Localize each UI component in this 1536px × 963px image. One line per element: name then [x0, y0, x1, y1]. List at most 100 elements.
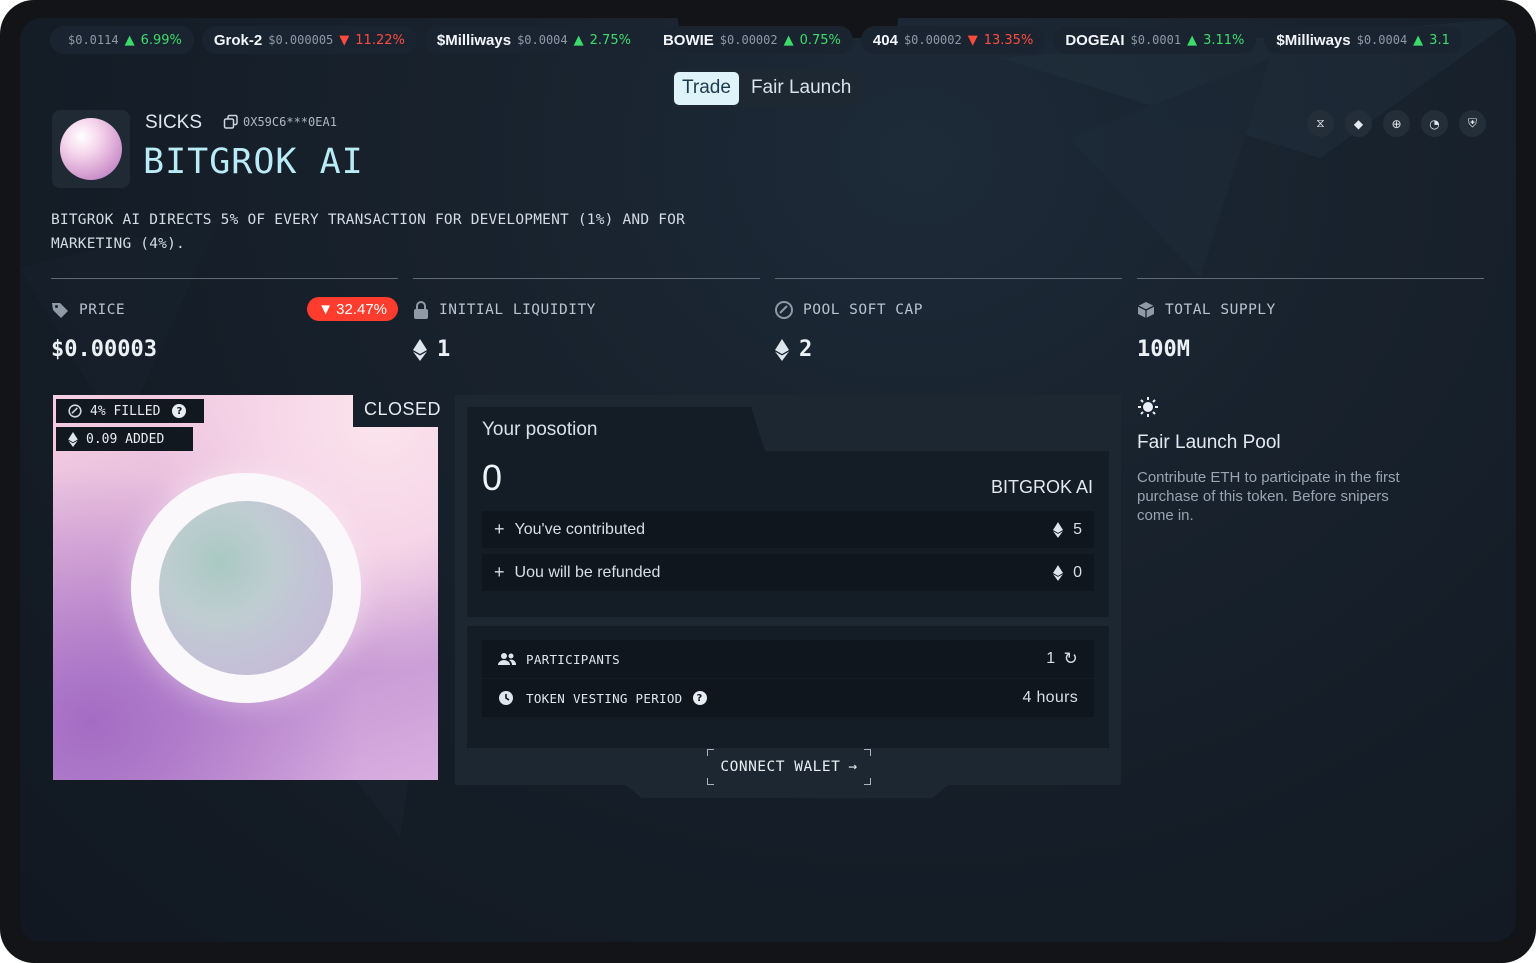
ticker-change: 2.75%	[589, 32, 631, 48]
participants-label: PARTICIPANTS	[526, 651, 620, 667]
users-icon	[498, 653, 516, 665]
added-chip: 0.09 ADDED	[56, 427, 193, 451]
position-title: Your posotion	[482, 419, 598, 440]
ticker-change: 3.11%	[1203, 32, 1245, 48]
ticker-change: 11.22%	[355, 32, 405, 48]
ticker-item[interactable]: BOWIE $0.00002 ▲ 0.75%	[650, 26, 853, 54]
stat-label: INITIAL LIQUIDITY	[439, 302, 596, 318]
plus-icon: +	[494, 519, 505, 539]
ticker-item[interactable]: 404 $0.00002 ▼ 13.35%	[860, 26, 1046, 54]
ticker-name: DOGEAI	[1065, 31, 1125, 49]
ticker-change: 3.1	[1429, 32, 1450, 48]
contributed-label: You've contributed	[514, 520, 646, 538]
stat-label: POOL SOFT CAP	[803, 302, 923, 318]
refund-value: 0	[1073, 563, 1082, 581]
stat-value: $0.00003	[51, 337, 157, 362]
ticker-name: 404	[872, 31, 898, 49]
ticker-item[interactable]: DOGEAI $0.0001 ▲ 3.11%	[1053, 26, 1257, 54]
up-arrow-icon: ▲	[783, 32, 794, 48]
stat-initial-liquidity: INITIAL LIQUIDITY 1	[413, 278, 760, 362]
ticker-price: $0.0114	[68, 33, 119, 47]
token-avatar	[60, 118, 122, 180]
ethereum-icon	[1053, 521, 1064, 538]
token-description: BITGROK AI DIRECTS 5% OF EVERY TRANSACTI…	[51, 212, 686, 252]
ticker-name: $Milliways	[1276, 31, 1351, 49]
globe-icon[interactable]: ⊕	[1383, 110, 1410, 137]
ticker-name: BOWIE	[662, 31, 714, 49]
help-icon[interactable]: ?	[172, 404, 187, 418]
plus-icon: +	[494, 562, 505, 582]
position-token: BITGROK AI	[990, 477, 1093, 497]
ticker-item[interactable]: Grok-2 $0.000005 ▼ 11.22%	[201, 26, 417, 54]
arrow-right-icon: →	[848, 759, 858, 775]
price-change-value: 32.47%	[336, 300, 387, 318]
fair-launch-description: Contribute ETH to participate in the fir…	[1137, 469, 1400, 524]
up-arrow-icon: ▲	[1413, 32, 1424, 48]
pool-info-card: PARTICIPANTS 1 ↻ TOKEN VESTING PERIOD ? …	[467, 626, 1109, 748]
stat-value: 100M	[1137, 337, 1190, 362]
ticker-change: 0.75%	[799, 32, 841, 48]
ethereum-icon[interactable]: ◆	[1345, 110, 1372, 137]
ticker-price: $0.0004	[1356, 33, 1408, 47]
ticker-price: $0.00002	[719, 33, 778, 47]
coins-icon	[68, 404, 82, 418]
refund-label: Uou will be refunded	[514, 563, 661, 581]
down-arrow-icon: ▼	[339, 32, 350, 48]
filled-chip: 4% FILLED ?	[56, 399, 204, 423]
token-image-ring	[131, 473, 361, 703]
stat-total-supply: TOTAL SUPPLY 100M	[1137, 278, 1484, 362]
ticker-change: 13.35%	[983, 32, 1034, 48]
ticker-item[interactable]: $Milliways $0.0004 ▲ 3.1	[1264, 26, 1462, 54]
clock-icon	[499, 691, 513, 705]
refresh-icon[interactable]: ↻	[1063, 649, 1078, 669]
tag-icon	[52, 303, 68, 318]
ticker-price: $0.00002	[903, 33, 962, 47]
position-panel: Your posotion 0 BITGROK AI + You've cont…	[455, 395, 1121, 785]
ticker-item[interactable]: $0.0114 ▲ 6.99%	[50, 26, 194, 54]
coins-icon	[775, 301, 793, 319]
social-links: ⧖ ◆ ⊕ ◔ ⛨	[1307, 110, 1486, 137]
up-arrow-icon: ▲	[573, 32, 584, 48]
shield-icon[interactable]: ⛨	[1459, 110, 1486, 137]
tab-trade[interactable]: Trade	[674, 71, 739, 105]
contract-address[interactable]: 0X59C6***0EA1	[223, 114, 337, 130]
up-arrow-icon: ▲	[1187, 32, 1198, 48]
token-symbol: SICKS	[145, 112, 203, 133]
lightbulb-icon	[1137, 396, 1159, 423]
token-image-card	[53, 395, 438, 780]
participants-value: 1	[1046, 650, 1056, 667]
added-text: 0.09 ADDED	[86, 431, 165, 447]
ethereum-icon	[1053, 564, 1064, 581]
contract-address-text: 0X59C6***0EA1	[243, 115, 337, 129]
stat-pool-soft-cap: POOL SOFT CAP 2	[775, 278, 1122, 362]
contributed-row: + You've contributed 5	[482, 511, 1094, 548]
ticker-price: $0.0001	[1130, 33, 1182, 47]
down-arrow-icon: ▼	[318, 300, 334, 318]
copy-icon[interactable]	[223, 114, 239, 130]
vesting-value: 4 hours	[1022, 689, 1078, 706]
price-ticker: $0.0114 ▲ 6.99% Grok-2 $0.000005 ▼ 11.22…	[50, 26, 1490, 56]
stat-value: 2	[799, 337, 813, 362]
pool-status: CLOSED	[364, 399, 442, 419]
price-change-badge: ▼ 32.47%	[307, 297, 398, 321]
chart-icon[interactable]: ◔	[1421, 110, 1448, 137]
dex-icon[interactable]: ⧖	[1307, 110, 1334, 137]
ticker-price: $0.000005	[268, 33, 334, 47]
stat-label: PRICE	[79, 302, 126, 318]
up-arrow-icon: ▲	[124, 32, 135, 48]
contributed-value: 5	[1073, 520, 1082, 538]
ticker-name: $Milliways	[436, 31, 512, 49]
refund-row: + Uou will be refunded 0	[482, 554, 1094, 591]
ethereum-icon	[775, 338, 789, 361]
token-avatar-container	[52, 110, 130, 188]
token-name: BITGROK AI	[143, 142, 364, 182]
connect-wallet-button[interactable]: CONNECT WALET →	[707, 749, 871, 785]
ticker-change: 6.99%	[140, 32, 182, 48]
stat-value: 1	[437, 337, 451, 362]
stat-label: TOTAL SUPPLY	[1165, 302, 1276, 318]
help-icon[interactable]: ?	[692, 691, 707, 705]
filled-text: 4% FILLED	[90, 403, 161, 419]
ticker-item[interactable]: $Milliways $0.0004 ▲ 2.75%	[424, 26, 643, 54]
vesting-label: TOKEN VESTING PERIOD	[526, 690, 683, 706]
tab-fair-launch[interactable]: Fair Launch	[743, 72, 859, 105]
